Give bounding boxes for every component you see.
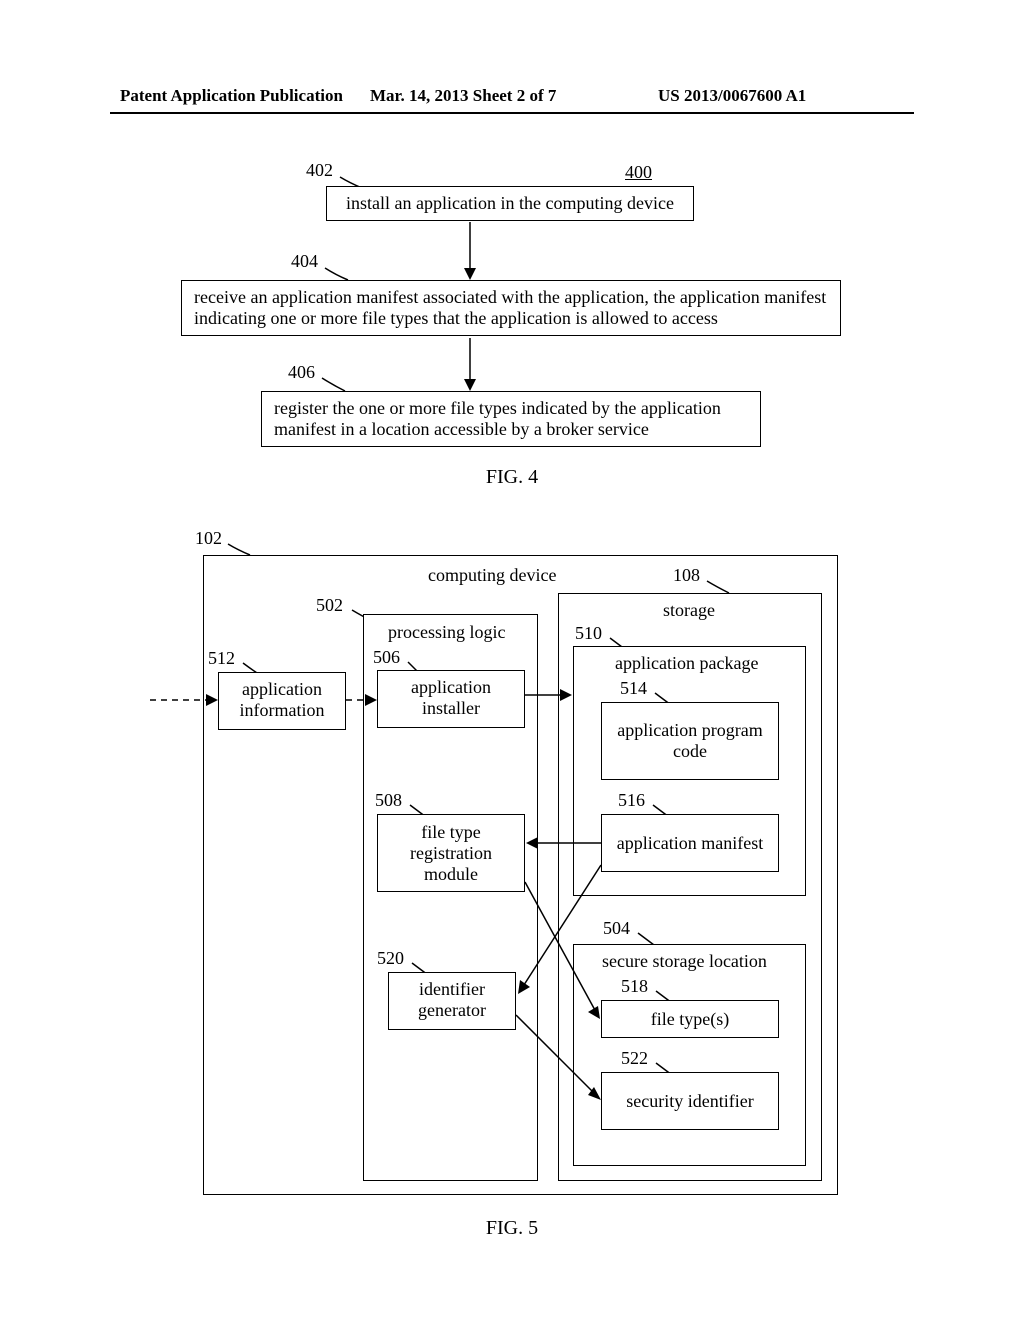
- fig5-label: FIG. 5: [0, 1217, 1024, 1240]
- arrow-id-generator-to-security-id: [0, 0, 1024, 1320]
